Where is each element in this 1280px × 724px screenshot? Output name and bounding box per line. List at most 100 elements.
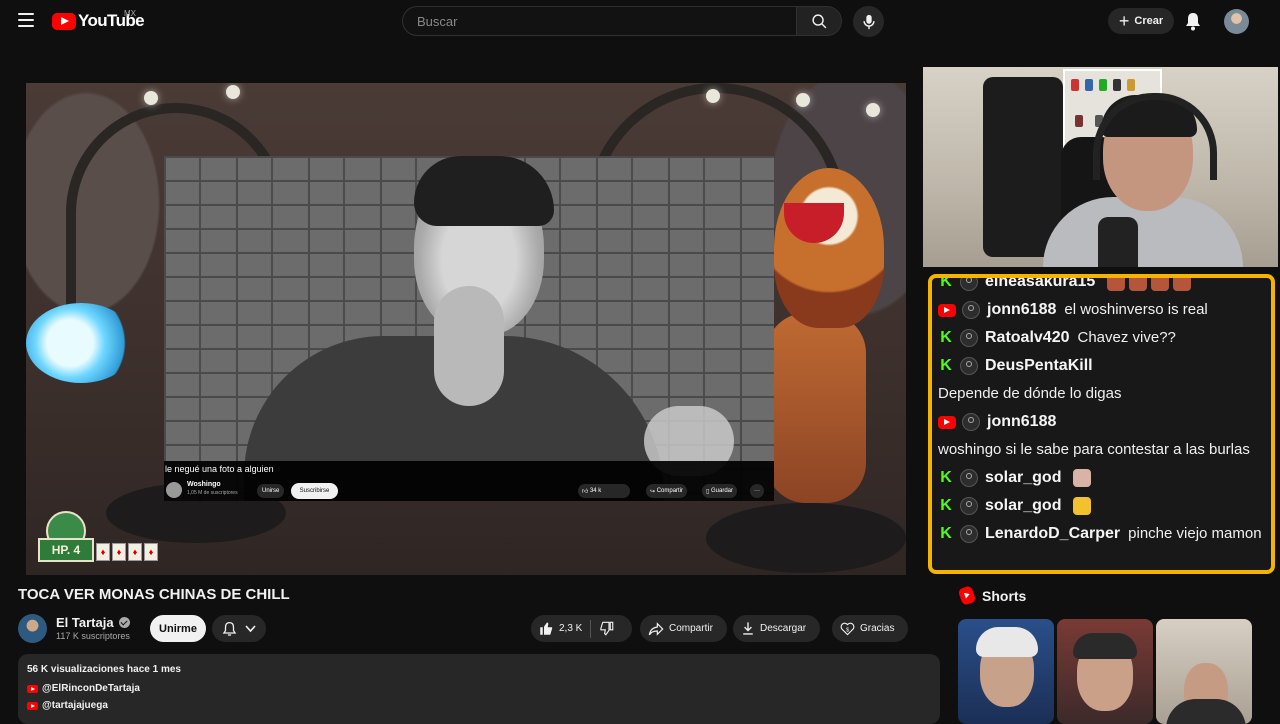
subscriber-count: 117 K suscriptores — [56, 631, 130, 641]
thanks-label: Gracias — [860, 623, 895, 634]
user-avatar[interactable] — [1224, 9, 1249, 34]
video-player[interactable]: HP. 4 ♦ ♦ ♦ ♦ le negué una foto a alguie… — [26, 83, 906, 575]
frog-boss-head — [774, 168, 884, 328]
emote — [1173, 278, 1192, 291]
video-title: TOCA VER MONAS CHINAS DE CHILL — [18, 586, 290, 603]
blue-energy-blast — [26, 303, 136, 383]
verified-icon — [118, 617, 130, 628]
shorts-heading: Shorts — [957, 585, 1027, 606]
chat-message: jonn6188 el woshinverso is real — [938, 296, 1267, 324]
channel-link-text: @ElRinconDeTartaja — [42, 683, 140, 694]
youtube-icon — [938, 303, 956, 317]
channel-link[interactable]: @ElRinconDeTartaja — [27, 683, 140, 694]
search-icon — [811, 13, 826, 28]
embedded-join-button: Unirse — [257, 484, 285, 498]
card: ♦ — [96, 543, 110, 561]
short-thumbnail[interactable] — [1156, 619, 1252, 724]
chat-message: K LenardoD_Carper pinche viejo mamon — [938, 520, 1267, 548]
chat-avatar — [960, 525, 978, 543]
kick-icon: K — [940, 469, 952, 486]
emote — [1073, 497, 1092, 515]
share-button[interactable]: Compartir — [640, 615, 727, 642]
chat-username: jonn6188 — [987, 301, 1057, 318]
like-count: 2,3 K — [559, 623, 583, 634]
youtube-icon — [27, 701, 38, 710]
chat-username: Ratoalv420 — [985, 329, 1070, 346]
chat-username: elheasakura15 — [985, 274, 1096, 290]
menu-icon[interactable] — [18, 13, 34, 27]
create-label: Crear — [1134, 15, 1164, 27]
embedded-save-button: ▯ Guardar — [702, 484, 737, 498]
dislike-button[interactable] — [599, 621, 614, 636]
hair — [1073, 633, 1137, 659]
short-thumbnail[interactable] — [958, 619, 1054, 724]
figure — [1113, 79, 1121, 91]
search-input[interactable] — [415, 12, 784, 30]
cat-emote — [1073, 469, 1092, 487]
bell-icon — [1186, 13, 1200, 31]
like-button[interactable] — [539, 621, 554, 636]
embedded-subscriber-count: 1,05 M de suscriptores — [187, 490, 238, 496]
search-box[interactable] — [402, 6, 796, 36]
channel-link-text: @tartajajuega — [42, 700, 108, 711]
channel-link[interactable]: @tartajajuega — [27, 700, 108, 711]
thumbs-up-icon: 👍︎ — [582, 489, 589, 495]
figure — [1085, 79, 1093, 91]
shorts-title: Shorts — [982, 587, 1027, 604]
description-box[interactable]: 56 K visualizaciones hace 1 mes @ElRinco… — [18, 654, 940, 724]
embedded-channel-avatar — [166, 482, 182, 498]
embedded-like-count: 34 k — [589, 488, 602, 494]
shirt — [1166, 699, 1246, 724]
channel-name[interactable]: El Tartaja — [56, 615, 130, 630]
heart-dollar-icon: $ — [840, 622, 855, 636]
subscription-bell-button[interactable] — [212, 615, 266, 642]
frog-boss-body — [766, 313, 866, 503]
super-cards: ♦ ♦ ♦ ♦ — [96, 543, 158, 561]
chat-text: woshingo si le sabe para contestar a las… — [938, 441, 1250, 458]
download-label: Descargar — [760, 623, 807, 634]
kick-icon: K — [940, 497, 952, 514]
figure — [1075, 115, 1083, 127]
channel-avatar[interactable] — [18, 614, 47, 643]
search-button[interactable] — [796, 6, 842, 36]
masthead: YouTube MX + Crear — [0, 0, 1280, 42]
kick-icon: K — [940, 357, 952, 374]
chat-avatar — [960, 469, 978, 487]
share-icon: ↪ — [650, 488, 656, 495]
lamp-light — [866, 103, 880, 117]
download-button[interactable]: Descargar — [733, 615, 820, 642]
channel-name-text: El Tartaja — [56, 615, 114, 630]
webcam-overlay — [923, 67, 1278, 267]
chat-avatar — [960, 278, 978, 291]
plus-icon: + — [1118, 11, 1130, 31]
chat-message: K DeusPentaKill — [938, 352, 1267, 380]
notifications-button[interactable] — [1184, 11, 1202, 36]
thanks-button[interactable]: $ Gracias — [832, 615, 908, 642]
voice-search-button[interactable] — [853, 6, 884, 37]
bookmark-icon: ▯ — [706, 488, 710, 495]
short-thumbnail[interactable] — [1057, 619, 1153, 724]
share-label: Compartir — [669, 623, 713, 634]
chat-username: jonn6188 — [987, 413, 1057, 430]
thumbs-up-icon — [540, 622, 553, 635]
shorts-icon — [957, 585, 977, 606]
youtube-icon — [938, 415, 956, 429]
chat-message: jonn6188 — [938, 408, 1267, 436]
chat-avatar — [960, 357, 978, 375]
chat-username: DeusPentaKill — [985, 357, 1093, 374]
join-button[interactable]: Unirme — [150, 615, 206, 642]
microphone-icon — [862, 14, 875, 29]
view-count-date: 56 K visualizaciones hace 1 mes — [27, 664, 181, 675]
kick-icon: K — [940, 525, 952, 542]
country-code: MX — [124, 9, 136, 18]
hp-indicator: HP. 4 — [38, 538, 94, 562]
chat-avatar — [962, 301, 980, 319]
create-button[interactable]: + Crear — [1108, 8, 1174, 34]
emote — [1107, 278, 1126, 291]
figure — [1099, 79, 1107, 91]
embedded-video-title: le negué una foto a alguien — [165, 464, 274, 474]
chat-username: solar_god — [985, 469, 1062, 486]
hanging-jacket — [983, 77, 1063, 257]
divider — [590, 619, 592, 638]
chat-message: K Ratoalv420 Chavez vive?? — [938, 324, 1267, 352]
